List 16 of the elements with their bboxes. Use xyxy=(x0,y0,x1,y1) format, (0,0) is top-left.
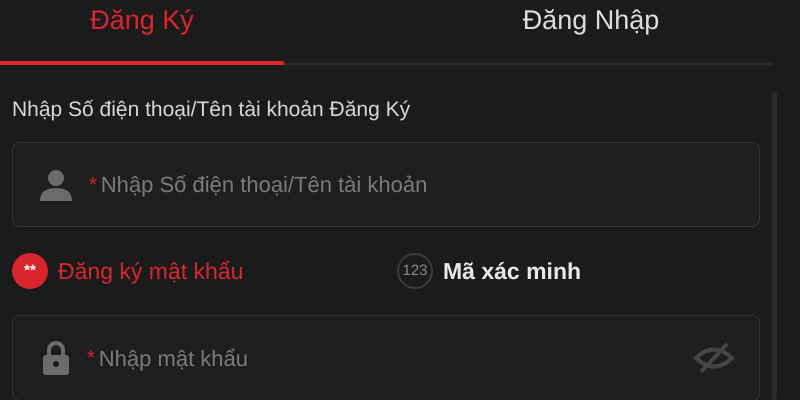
eye-off-icon[interactable] xyxy=(693,341,735,375)
tab[interactable]: Đăng Ký xyxy=(0,0,284,64)
lock-icon xyxy=(43,341,69,375)
field-label: Nhập Số điện thoại/Tên tài khoản Đăng Ký xyxy=(12,96,412,122)
method-option[interactable]: 123 Mã xác minh xyxy=(397,253,582,289)
tab[interactable]: Đăng Nhập xyxy=(449,0,733,64)
user-icon xyxy=(39,168,73,200)
method-option[interactable]: ** Đăng ký mật khẩu xyxy=(12,253,397,289)
account-field[interactable]: * Nhập Số điện thoại/Tên tài khoản xyxy=(12,142,760,227)
account-input[interactable]: Nhập Số điện thoại/Tên tài khoản xyxy=(100,168,759,201)
required-mark: * xyxy=(89,172,97,198)
password-field[interactable]: * Nhập mật khẩu xyxy=(12,315,760,400)
required-mark: * xyxy=(87,346,95,371)
option-badge: 123 xyxy=(397,253,433,289)
option-badge: ** xyxy=(12,253,48,289)
password-input[interactable]: Nhập mật khẩu xyxy=(98,342,675,374)
